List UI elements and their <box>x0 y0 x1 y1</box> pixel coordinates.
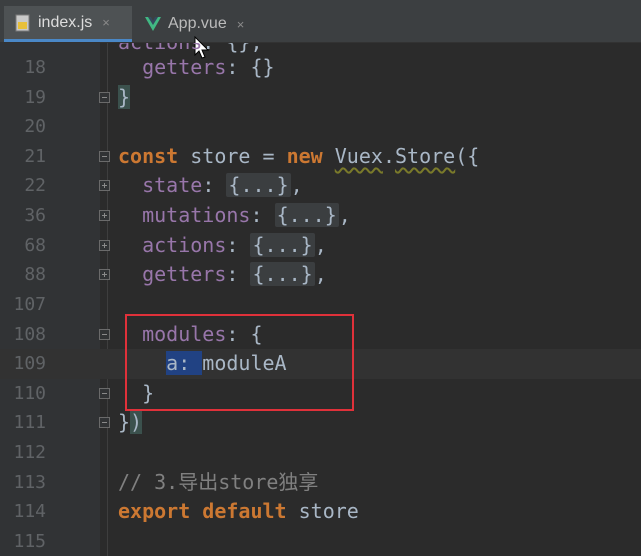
folded-region[interactable]: {...} <box>250 262 315 286</box>
code-line: 22 state: {...}, <box>0 171 641 201</box>
code-line: 112 <box>0 438 641 468</box>
fold-icon[interactable] <box>99 151 110 162</box>
code-editor[interactable]: actions: {}, 18 getters: {} 19 } 20 21 c… <box>0 43 641 556</box>
code-line: 68 actions: {...}, <box>0 231 641 261</box>
tab-label: App.vue <box>168 15 227 32</box>
code-line: 115 <box>0 527 641 556</box>
close-icon[interactable]: × <box>102 15 110 30</box>
line-number: 108 <box>13 324 46 345</box>
expand-icon[interactable] <box>99 210 110 221</box>
folded-region[interactable]: {...} <box>250 233 315 257</box>
line-number: 109 <box>13 353 46 374</box>
expand-icon[interactable] <box>99 269 110 280</box>
line-number: 21 <box>24 146 46 167</box>
code-line: 18 getters: {} <box>0 53 641 83</box>
line-number: 20 <box>24 116 46 137</box>
code-line: 20 <box>0 112 641 142</box>
code-line: 113 // 3.导出store独享 <box>0 468 641 498</box>
line-number: 19 <box>24 87 46 108</box>
folded-region[interactable]: {...} <box>226 173 291 197</box>
line-number: 18 <box>24 57 46 78</box>
line-number: 22 <box>24 175 46 196</box>
line-number: 110 <box>13 383 46 404</box>
line-number: 111 <box>13 412 46 433</box>
code-line: 36 mutations: {...}, <box>0 201 641 231</box>
line-number: 114 <box>13 501 46 522</box>
fold-icon[interactable] <box>99 388 110 399</box>
code-line: 111 }) <box>0 408 641 438</box>
annotation-highlight-box <box>125 314 354 411</box>
code-line: 114 export default store <box>0 497 641 527</box>
code-comment: // 3.导出store独享 <box>118 470 319 494</box>
code-line: 21 const store = new Vuex.Store({ <box>0 142 641 172</box>
fold-icon[interactable] <box>99 417 110 428</box>
editor-tab-bar: index.js × App.vue × <box>0 0 641 59</box>
line-number: 68 <box>24 235 46 256</box>
line-number: 107 <box>13 294 46 315</box>
line-number: 115 <box>13 531 46 552</box>
line-number: 36 <box>24 205 46 226</box>
fold-icon[interactable] <box>99 329 110 340</box>
line-number: 113 <box>13 472 46 493</box>
fold-icon[interactable] <box>99 92 110 103</box>
js-file-icon <box>14 14 32 32</box>
code-line: 19 } <box>0 83 641 113</box>
folded-region[interactable]: {...} <box>274 203 339 227</box>
expand-icon[interactable] <box>99 240 110 251</box>
expand-icon[interactable] <box>99 180 110 191</box>
close-icon[interactable]: × <box>237 17 245 32</box>
tab-label: index.js <box>38 13 93 31</box>
line-number: 112 <box>13 442 46 463</box>
line-number: 88 <box>24 264 46 285</box>
tab-index-js[interactable]: index.js × <box>4 6 132 42</box>
code-line: 88 getters: {...}, <box>0 260 641 290</box>
vue-file-icon <box>144 15 162 33</box>
